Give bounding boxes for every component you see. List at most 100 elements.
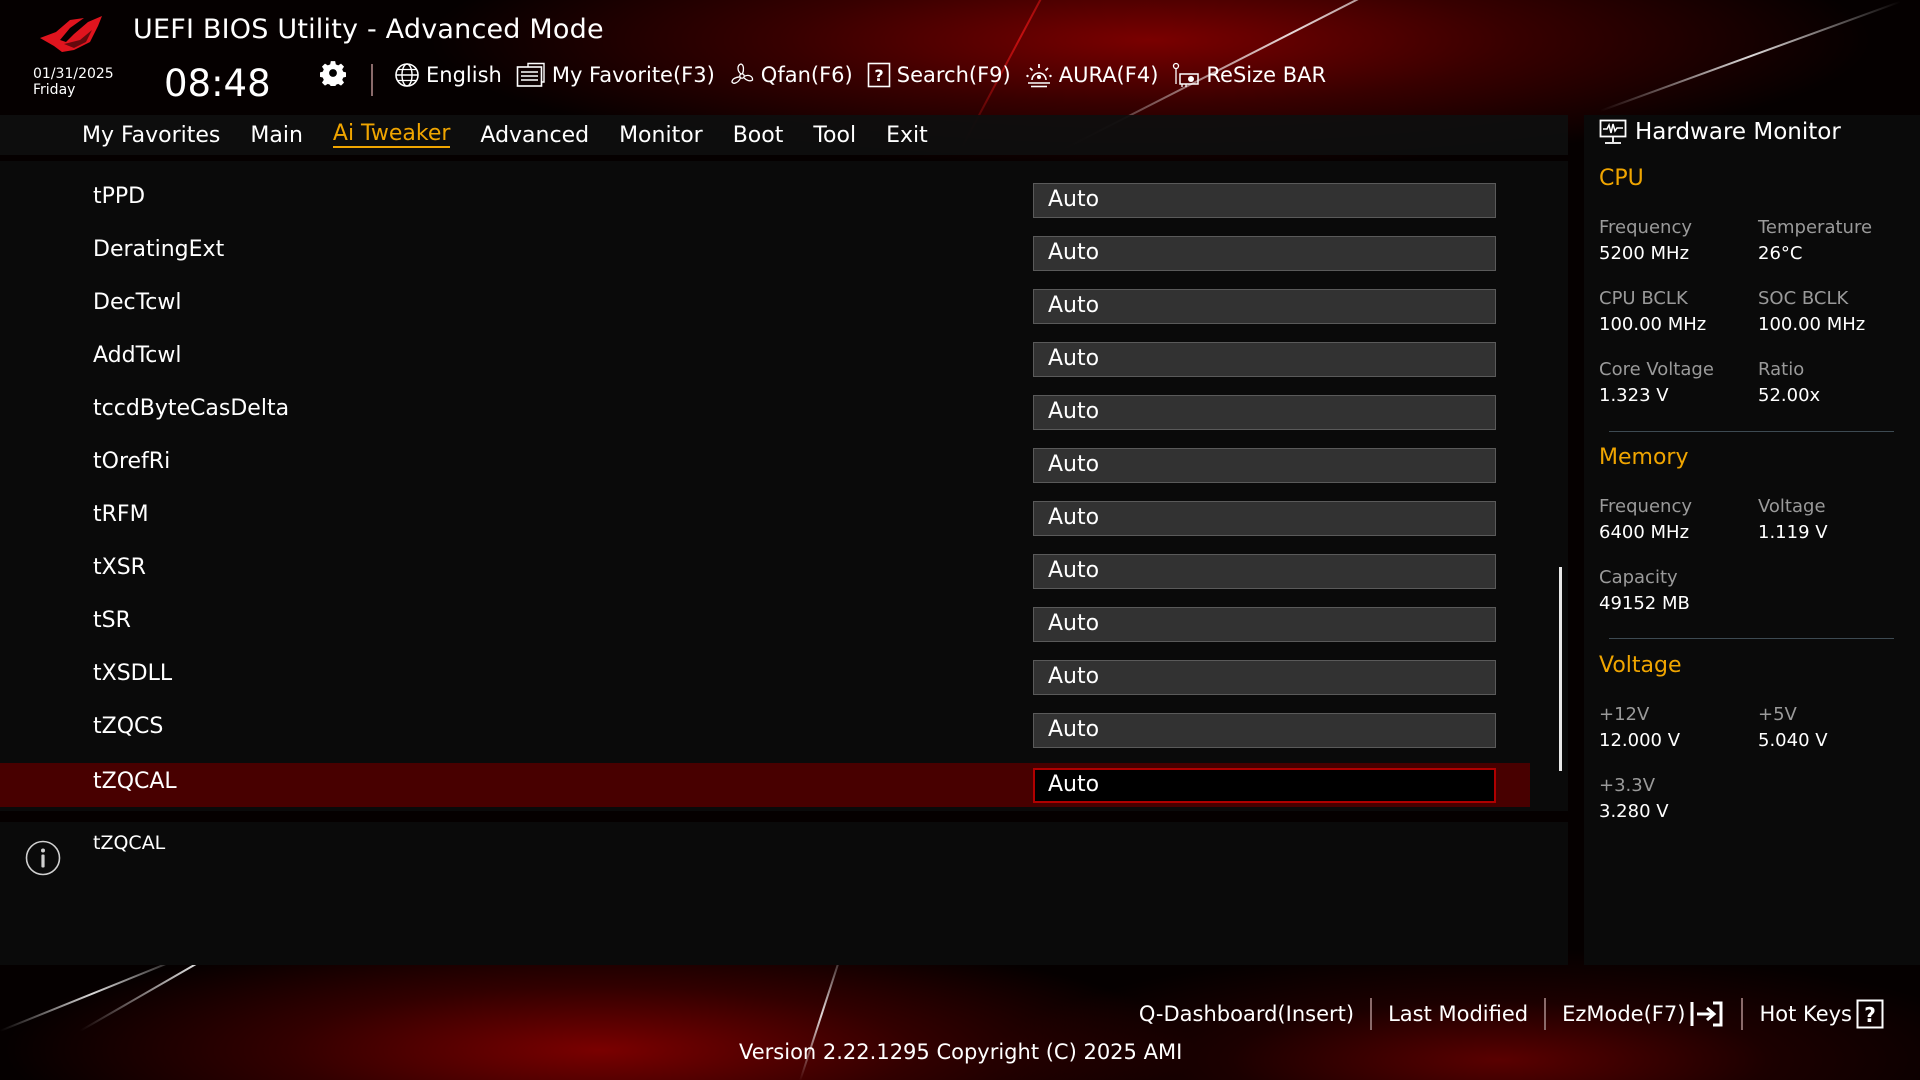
setting-label: DeratingExt <box>93 237 225 262</box>
memory-frequency-label: Frequency <box>1599 496 1692 517</box>
setting-value-field[interactable]: Auto <box>1033 768 1496 803</box>
aura-button[interactable]: AURA(F4) <box>1025 62 1159 88</box>
section-divider <box>1609 638 1894 639</box>
my-favorite-button[interactable]: My Favorite(F3) <box>516 62 715 88</box>
ezmode-label: EzMode(F7) <box>1562 1002 1686 1026</box>
tab-tool[interactable]: Tool <box>813 123 856 148</box>
fan-icon <box>731 63 753 84</box>
cpu-temperature-value: 26°C <box>1758 243 1803 264</box>
hot-keys-label: Hot Keys <box>1759 1002 1852 1026</box>
monitor-icon <box>1599 119 1627 144</box>
soc-bclk-label: SOC BCLK <box>1758 288 1849 309</box>
soc-bclk-value: 100.00 MHz <box>1758 314 1866 335</box>
memory-frequency-value: 6400 MHz <box>1599 522 1690 543</box>
setting-label: tRFM <box>93 502 149 527</box>
hardware-monitor-panel: Hardware Monitor CPU Frequency 5200 MHz … <box>1584 115 1920 965</box>
date-display[interactable]: 01/31/2025 Friday <box>33 66 114 98</box>
setting-label: tZQCS <box>93 714 164 739</box>
tab-exit[interactable]: Exit <box>886 123 928 148</box>
setting-label: DecTcwl <box>93 290 182 315</box>
v12-value: 12.000 V <box>1599 730 1681 751</box>
setting-row-addtcwl[interactable]: AddTcwl Auto <box>0 337 1530 381</box>
qfan-button[interactable]: Qfan(F6) <box>729 62 853 88</box>
q-dashboard-button[interactable]: Q-Dashboard(Insert) <box>1123 1002 1370 1026</box>
memory-voltage-label: Voltage <box>1758 496 1826 517</box>
footer-links: Q-Dashboard(Insert) Last Modified EzMode… <box>1123 998 1900 1030</box>
setting-value-field[interactable]: Auto <box>1033 289 1496 324</box>
last-modified-button[interactable]: Last Modified <box>1372 1002 1544 1026</box>
resize-bar-label: ReSize BAR <box>1206 63 1327 87</box>
tab-advanced[interactable]: Advanced <box>480 123 589 148</box>
setting-row-tppd[interactable]: tPPD Auto <box>0 178 1530 222</box>
cpu-bclk-label: CPU BCLK <box>1599 288 1688 309</box>
setting-value-field[interactable]: Auto <box>1033 448 1496 483</box>
tab-main[interactable]: Main <box>250 123 303 148</box>
tab-monitor[interactable]: Monitor <box>619 123 703 148</box>
hot-keys-button[interactable]: Hot Keys ? <box>1743 999 1900 1029</box>
resize-bar-button[interactable]: ReSize BAR <box>1172 62 1326 88</box>
setting-row-tsr[interactable]: tSR Auto <box>0 602 1530 646</box>
ezmode-button[interactable]: EzMode(F7) <box>1546 1000 1741 1028</box>
v5-label: +5V <box>1758 704 1797 725</box>
setting-value-field[interactable]: Auto <box>1033 713 1496 748</box>
version-copyright: Version 2.22.1295 Copyright (C) 2025 AMI <box>739 1040 1183 1064</box>
help-question-icon: ? <box>1856 999 1884 1029</box>
v12-label: +12V <box>1599 704 1650 725</box>
setting-row-txsdll[interactable]: tXSDLL Auto <box>0 655 1530 699</box>
rog-logo-icon <box>40 16 102 52</box>
setting-value-field[interactable]: Auto <box>1033 554 1496 589</box>
last-modified-label: Last Modified <box>1388 1002 1529 1026</box>
language-label: English <box>426 63 502 87</box>
qfan-label: Qfan(F6) <box>760 63 853 87</box>
toolbar: English My Favorite(F3) Qfan(F6) ? Searc… <box>394 62 1326 88</box>
setting-row-tzqcal-selected[interactable]: tZQCAL Auto <box>0 763 1530 807</box>
setting-label: tPPD <box>93 184 146 209</box>
setting-row-tzqcs[interactable]: tZQCS Auto <box>0 708 1530 752</box>
hardware-monitor-header: Hardware Monitor <box>1599 119 1841 145</box>
setting-row-dectcwl[interactable]: DecTcwl Auto <box>0 284 1530 328</box>
setting-row-trfm[interactable]: tRFM Auto <box>0 496 1530 540</box>
resize-bar-icon <box>1173 62 1200 87</box>
memory-voltage-value: 1.119 V <box>1758 522 1828 543</box>
exit-arrow-icon <box>1690 1001 1723 1027</box>
language-button[interactable]: English <box>394 62 502 88</box>
setting-label: AddTcwl <box>93 343 182 368</box>
cpu-temperature-label: Temperature <box>1758 217 1873 238</box>
setting-row-torefri[interactable]: tOrefRi Auto <box>0 443 1530 487</box>
v5-value: 5.040 V <box>1758 730 1828 751</box>
setting-row-txsr[interactable]: tXSR Auto <box>0 549 1530 593</box>
search-question-icon: ? <box>867 62 891 88</box>
cpu-frequency-value: 5200 MHz <box>1599 243 1690 264</box>
v33-label: +3.3V <box>1599 775 1656 796</box>
core-voltage-value: 1.323 V <box>1599 385 1669 406</box>
setting-value-field[interactable]: Auto <box>1033 236 1496 271</box>
setting-value-field[interactable]: Auto <box>1033 395 1496 430</box>
globe-icon <box>395 63 419 87</box>
setting-label: tXSR <box>93 555 146 580</box>
setting-value-field[interactable]: Auto <box>1033 342 1496 377</box>
svg-text:?: ? <box>874 66 883 85</box>
help-panel: tZQCAL <box>0 822 1568 965</box>
memory-capacity-value: 49152 MB <box>1599 593 1690 614</box>
setting-label: tZQCAL <box>93 769 177 794</box>
clock[interactable]: 08:48 <box>164 62 271 105</box>
aura-label: AURA(F4) <box>1058 63 1159 87</box>
tab-boot[interactable]: Boot <box>733 123 784 148</box>
setting-value-field[interactable]: Auto <box>1033 183 1496 218</box>
setting-value-field[interactable]: Auto <box>1033 607 1496 642</box>
setting-value-field[interactable]: Auto <box>1033 660 1496 695</box>
svg-text:?: ? <box>1864 1003 1876 1027</box>
tab-my-favorites[interactable]: My Favorites <box>82 123 220 148</box>
cpu-heading: CPU <box>1599 166 1644 191</box>
setting-row-deratingext[interactable]: DeratingExt Auto <box>0 231 1530 275</box>
search-button[interactable]: ? Search(F9) <box>867 62 1011 88</box>
section-divider <box>1609 431 1894 432</box>
gear-icon[interactable] <box>320 60 346 86</box>
settings-scrollbar[interactable] <box>1559 567 1562 771</box>
tab-ai-tweaker[interactable]: Ai Tweaker <box>332 122 451 148</box>
setting-row-tccdbytecasdelta[interactable]: tccdByteCasDelta Auto <box>0 390 1530 434</box>
memory-heading: Memory <box>1599 445 1689 470</box>
voltage-heading: Voltage <box>1599 653 1682 678</box>
setting-value-field[interactable]: Auto <box>1033 501 1496 536</box>
aura-light-icon <box>1026 64 1052 88</box>
